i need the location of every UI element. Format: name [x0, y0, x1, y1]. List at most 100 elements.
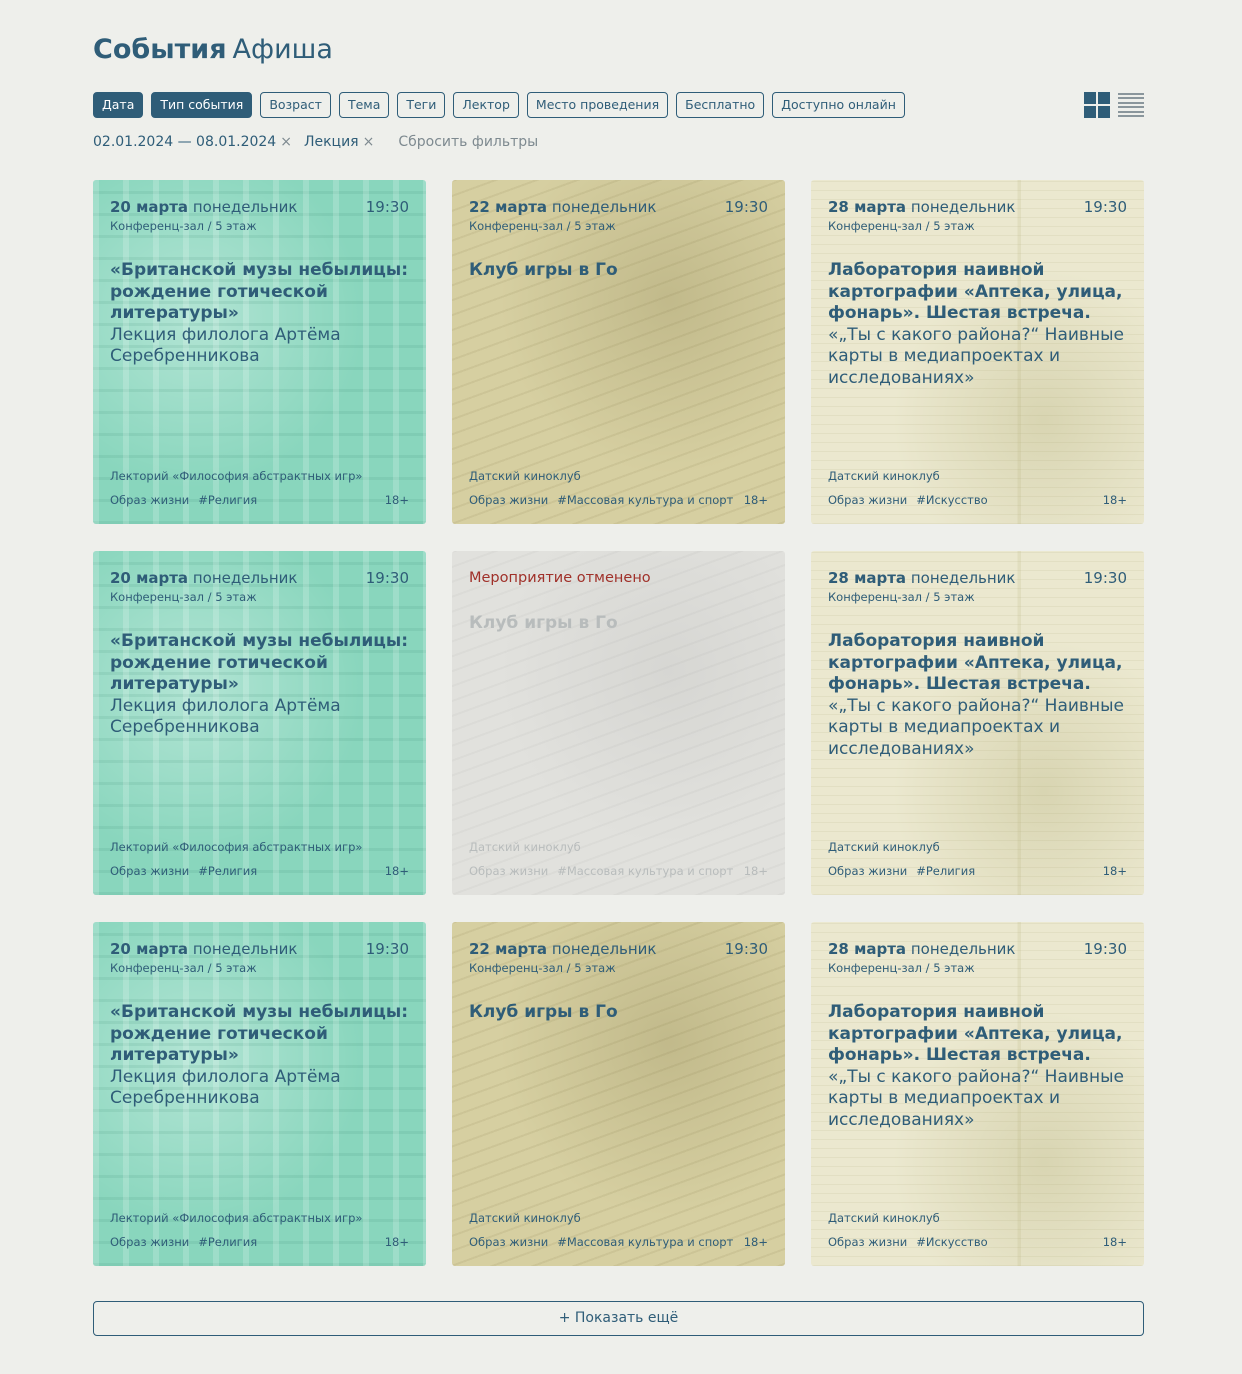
remove-filter-type-icon[interactable]: × [363, 134, 375, 150]
event-card[interactable]: 22 марта понедельник 19:30 Конференц-зал /… [452, 180, 785, 524]
event-card-footer: Лекторий «Философия абстрактных игр» Обра… [110, 468, 409, 508]
event-card-content: 28 марта понедельник 19:30 Конференц-зал /… [811, 922, 1144, 1266]
event-tag[interactable]: #Религия [198, 493, 257, 507]
filter-chip[interactable]: Лектор [453, 92, 519, 118]
event-title: «Британской музы небылицы: рождение готи… [110, 1002, 409, 1065]
event-weekday: понедельник [910, 198, 1016, 216]
event-card-content: 28 марта понедельник 19:30 Конференц-зал /… [811, 180, 1144, 524]
reset-filters-link[interactable]: Сбросить фильтры [398, 134, 538, 150]
age-badge: 18+ [384, 493, 409, 507]
active-filter-type[interactable]: Лекция × [304, 134, 374, 150]
active-filter-date[interactable]: 02.01.2024 — 08.01.2024 × [93, 134, 292, 150]
event-tag[interactable]: Образ жизни [828, 493, 907, 507]
event-subtitle: Лекция филолога Артёма Серебренникова [110, 1066, 341, 1109]
event-tag[interactable]: Образ жизни [469, 1235, 548, 1249]
filter-chip[interactable]: Тип события [151, 92, 253, 118]
active-filter-type-label: Лекция [303, 134, 359, 150]
event-date: 22 марта понедельник [469, 198, 657, 216]
grid-view-icon[interactable] [1084, 92, 1110, 118]
filter-chip[interactable]: Тема [338, 92, 390, 118]
event-subtitle: «„Ты с какого района?“ Наивные карты в м… [828, 324, 1124, 388]
event-tag[interactable]: Образ жизни [469, 493, 548, 507]
event-card-header: 28 марта понедельник 19:30 [828, 940, 1127, 958]
page-title-light: Афиша [232, 34, 333, 65]
event-meta: Образ жизни #Массовая культура и спорт 18+ [469, 863, 768, 879]
show-more-button[interactable]: + Показать ещё [93, 1301, 1144, 1336]
event-place: Конференц-зал / 5 этаж [110, 590, 257, 604]
event-card-content: 20 марта понедельник 19:30 Конференц-зал /… [93, 551, 426, 895]
event-tags: Образ жизни #Искусство [828, 1234, 988, 1250]
event-tag[interactable]: #Массовая культура и спорт [557, 493, 733, 507]
event-tag[interactable]: #Религия [198, 864, 257, 878]
event-card[interactable]: 22 марта понедельник 19:30 Конференц-зал /… [452, 922, 785, 1266]
event-card-content: 20 марта понедельник 19:30 Конференц-зал /… [93, 180, 426, 524]
filter-chip[interactable]: Бесплатно [676, 92, 765, 118]
event-card[interactable]: 20 марта понедельник 19:30 Конференц-зал /… [93, 551, 426, 895]
event-tag[interactable]: Образ жизни [828, 864, 907, 878]
event-series: Датский киноклуб [469, 1211, 581, 1225]
event-tags: Образ жизни #Религия [110, 863, 257, 879]
event-tag[interactable]: #Массовая культура и спорт [557, 1235, 733, 1249]
event-title: Клуб игры в Го [469, 613, 618, 633]
filter-chip[interactable]: Место проведения [526, 92, 669, 118]
event-card-header: 20 марта понедельник 19:30 [110, 569, 409, 587]
event-meta: Образ жизни #Массовая культура и спорт 18+ [469, 1234, 768, 1250]
event-card[interactable]: 28 марта понедельник 19:30 Конференц-зал /… [811, 922, 1144, 1266]
event-place: Конференц-зал / 5 этаж [469, 961, 616, 975]
event-card-content: 20 марта понедельник 19:30 Конференц-зал /… [93, 922, 426, 1266]
event-date-day: 20 марта [110, 940, 189, 958]
event-time: 19:30 [365, 569, 409, 587]
event-tag[interactable]: Образ жизни [469, 864, 548, 878]
event-card[interactable]: 28 марта понедельник 19:30 Конференц-зал /… [811, 180, 1144, 524]
event-title: «Британской музы небылицы: рождение готи… [110, 631, 409, 694]
event-tag[interactable]: #Религия [916, 864, 975, 878]
event-card[interactable]: Мероприятие отменено Клуб игры в Го Датски… [452, 551, 785, 895]
event-card[interactable]: 20 марта понедельник 19:30 Конференц-зал /… [93, 180, 426, 524]
list-view-icon[interactable] [1118, 92, 1144, 118]
event-series: Датский киноклуб [828, 1211, 940, 1225]
event-tag[interactable]: #Искусство [916, 1235, 987, 1249]
event-weekday: понедельник [192, 198, 298, 216]
event-card-header: 28 марта понедельник 19:30 [828, 198, 1127, 216]
event-card-footer: Датский киноклуб Образ жизни #Массовая кул… [469, 1210, 768, 1250]
event-tag[interactable]: Образ жизни [110, 1235, 189, 1249]
event-subtitle: Лекция филолога Артёма Серебренникова [110, 695, 341, 738]
event-meta: Образ жизни #Религия 18+ [828, 863, 1127, 879]
event-card-footer: Лекторий «Философия абстрактных игр» Обра… [110, 1210, 409, 1250]
event-tags: Образ жизни #Религия [110, 492, 257, 508]
event-tag[interactable]: #Религия [198, 1235, 257, 1249]
event-title: Лаборатория наивной картографии «Аптека,… [828, 631, 1123, 694]
event-card-footer: Датский киноклуб Образ жизни #Массовая кул… [469, 839, 768, 879]
event-card-header: 28 марта понедельник 19:30 [828, 569, 1127, 587]
event-date-day: 22 марта [469, 940, 548, 958]
event-card-header: 20 марта понедельник 19:30 [110, 198, 409, 216]
view-toggle [1084, 92, 1144, 118]
event-series: Лекторий «Философия абстрактных игр» [110, 469, 363, 483]
event-subtitle: «„Ты с какого района?“ Наивные карты в м… [828, 1066, 1124, 1130]
event-meta: Образ жизни #Искусство 18+ [828, 1234, 1127, 1250]
event-tag[interactable]: Образ жизни [110, 864, 189, 878]
event-card-footer: Датский киноклуб Образ жизни #Искусство 18+ [828, 468, 1127, 508]
event-date: 28 марта понедельник [828, 198, 1016, 216]
event-card-content: 22 марта понедельник 19:30 Конференц-зал /… [452, 180, 785, 524]
event-place: Конференц-зал / 5 этаж [469, 219, 616, 233]
event-tags: Образ жизни #Массовая культура и спорт [469, 1234, 733, 1250]
event-card[interactable]: 20 марта понедельник 19:30 Конференц-зал /… [93, 922, 426, 1266]
age-badge: 18+ [1102, 1235, 1127, 1249]
event-meta: Образ жизни #Религия 18+ [110, 863, 409, 879]
remove-filter-date-icon[interactable]: × [280, 134, 292, 150]
event-title: Лаборатория наивной картографии «Аптека,… [828, 1002, 1123, 1065]
age-badge: 18+ [384, 864, 409, 878]
filter-chip[interactable]: Возраст [260, 92, 331, 118]
event-card[interactable]: 28 марта понедельник 19:30 Конференц-зал /… [811, 551, 1144, 895]
event-time: 19:30 [1083, 198, 1127, 216]
event-series: Лекторий «Философия абстрактных игр» [110, 840, 363, 854]
event-tag[interactable]: #Искусство [916, 493, 987, 507]
filter-chip[interactable]: Теги [397, 92, 446, 118]
event-tag[interactable]: Образ жизни [110, 493, 189, 507]
filter-chip[interactable]: Доступно онлайн [772, 92, 905, 118]
event-weekday: понедельник [551, 198, 657, 216]
filter-chip[interactable]: Дата [93, 92, 144, 118]
event-tag[interactable]: #Массовая культура и спорт [557, 864, 733, 878]
event-tag[interactable]: Образ жизни [828, 1235, 907, 1249]
